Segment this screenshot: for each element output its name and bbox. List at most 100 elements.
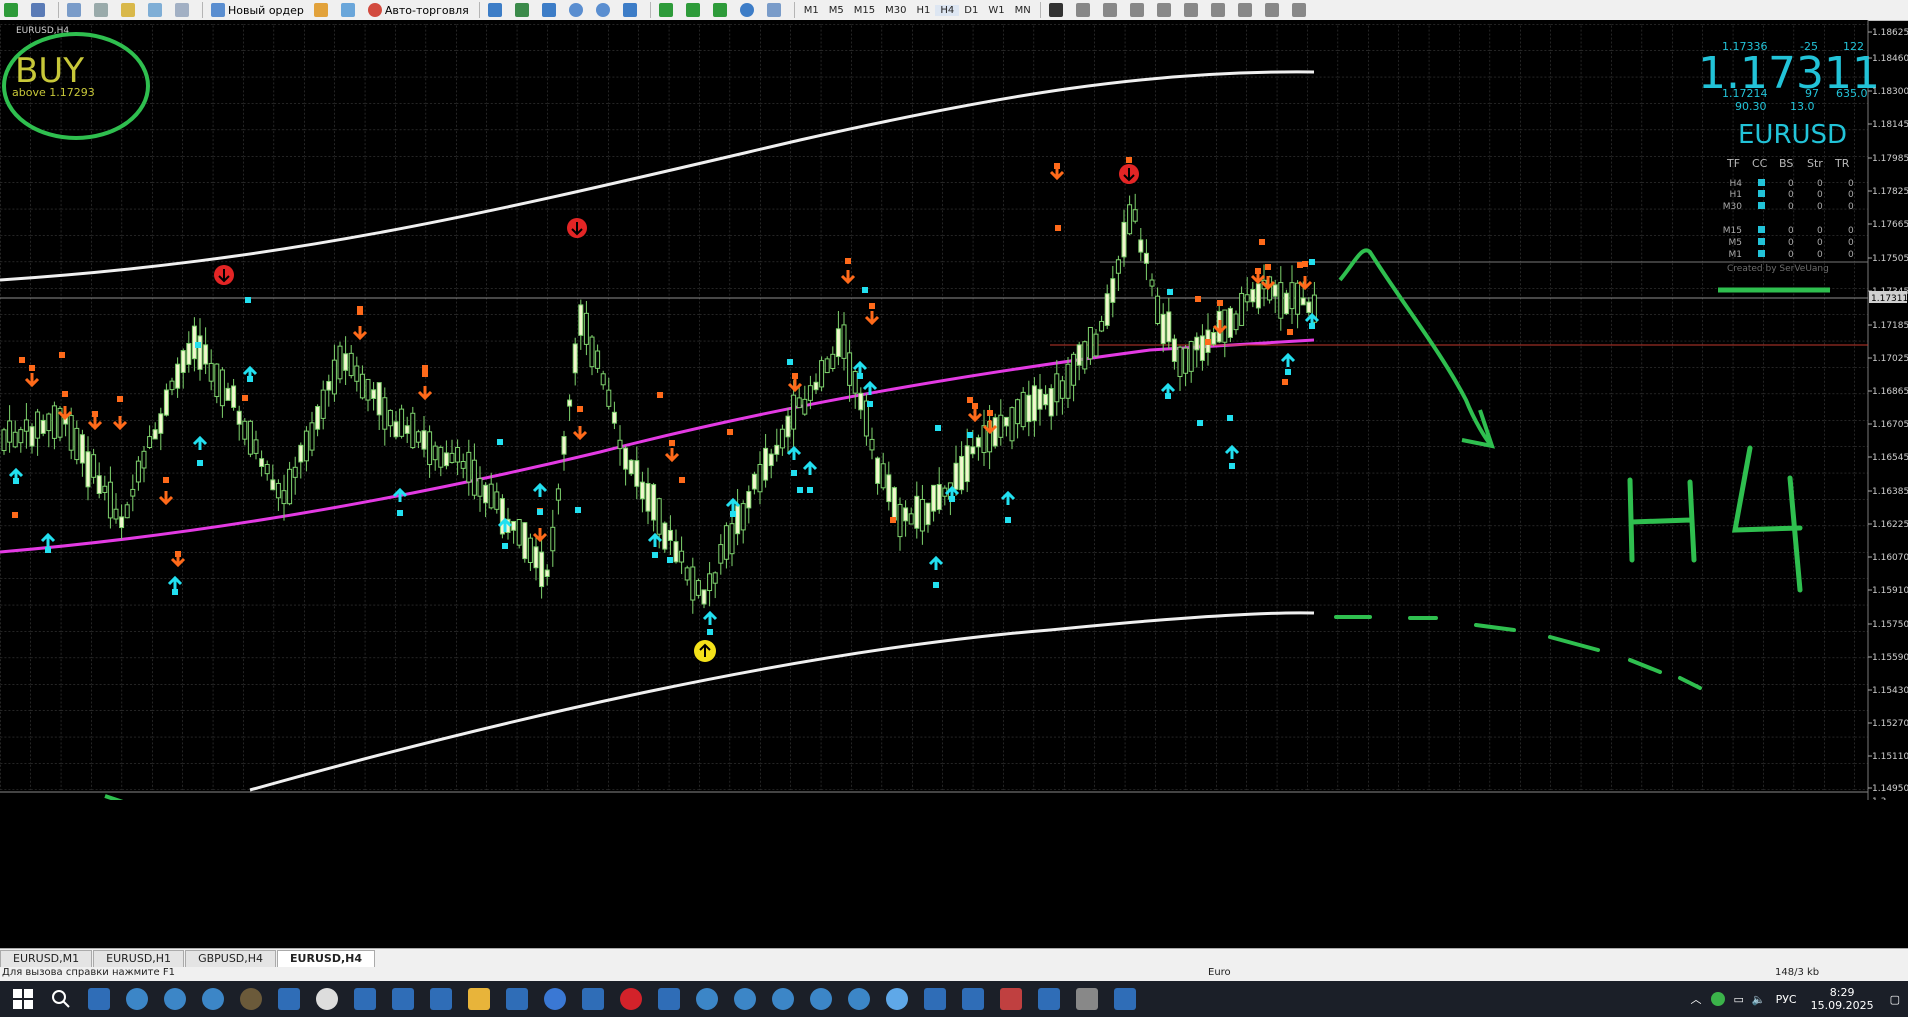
taskbar-app-mt4-12[interactable]	[1108, 981, 1142, 1017]
taskbar-app-mt4-9[interactable]	[918, 981, 952, 1017]
taskbar-app-7[interactable]	[728, 981, 762, 1017]
bar-chart-button[interactable]	[484, 1, 509, 19]
taskbar-app-mt4-5[interactable]	[424, 981, 458, 1017]
line-chart-button[interactable]	[538, 1, 563, 19]
taskbar-app-9[interactable]	[804, 981, 838, 1017]
tab-eurusd-m1[interactable]: EURUSD,M1	[0, 950, 93, 967]
taskbar-opera[interactable]	[614, 981, 648, 1017]
tf-mn[interactable]: MN	[1010, 5, 1036, 16]
autotrading-button[interactable]: Авто-торговля	[364, 1, 473, 19]
templates-button[interactable]	[763, 1, 788, 19]
channel-button[interactable]	[1180, 1, 1205, 19]
candle-body	[85, 451, 91, 488]
taskbar-app-mt4-1[interactable]	[82, 981, 116, 1017]
navigator-button[interactable]	[117, 1, 142, 19]
signals-button[interactable]	[337, 1, 362, 19]
tf-h1[interactable]: H1	[911, 5, 935, 16]
arrows-tool-button[interactable]	[1288, 1, 1313, 19]
tf-d1[interactable]: D1	[959, 5, 983, 16]
tab-eurusd-h4[interactable]: EURUSD,H4	[277, 950, 375, 967]
tab-eurusd-h1[interactable]: EURUSD,H1	[93, 950, 185, 967]
candles-button[interactable]	[511, 1, 536, 19]
taskbar-app-2[interactable]	[120, 981, 154, 1017]
profiles-button[interactable]	[27, 1, 52, 19]
taskbar-app-mt4-4[interactable]	[386, 981, 420, 1017]
language-indicator[interactable]: РУС	[1776, 993, 1797, 1006]
vertical-line-button[interactable]	[1099, 1, 1124, 19]
text-tool-button[interactable]	[1234, 1, 1259, 19]
candle-body	[348, 352, 354, 377]
taskbar-app-10[interactable]	[842, 981, 876, 1017]
tf-h4[interactable]: H4	[935, 4, 960, 16]
indicators-button[interactable]	[709, 1, 734, 19]
info-symbol: EURUSD	[1738, 120, 1847, 150]
crosshair-button[interactable]	[1072, 1, 1097, 19]
candle-body	[1, 429, 7, 452]
taskbar-app-mt4-3[interactable]	[348, 981, 382, 1017]
taskbar-app-mt4-11[interactable]	[1032, 981, 1066, 1017]
taskbar-app-mt4-2[interactable]	[272, 981, 306, 1017]
sell-dot	[669, 440, 675, 446]
notifications-icon[interactable]: ▢	[1890, 993, 1900, 1006]
new-chart-button[interactable]	[0, 1, 25, 19]
taskbar-app-6[interactable]	[690, 981, 724, 1017]
taskbar-settings[interactable]	[310, 981, 344, 1017]
candle-body	[527, 537, 533, 563]
volume-icon[interactable]: 🔈	[1752, 993, 1766, 1006]
start-button[interactable]	[6, 981, 40, 1017]
price-label: 1.16385	[1872, 487, 1908, 497]
matrix-value: 0	[1848, 202, 1854, 212]
app-icon	[848, 988, 870, 1010]
chevron-up-icon[interactable]: ︿	[1690, 991, 1701, 1007]
taskbar-app-3[interactable]	[158, 981, 192, 1017]
tf-m5[interactable]: M5	[824, 5, 849, 16]
market-watch-button[interactable]	[63, 1, 88, 19]
candle-body	[981, 425, 987, 454]
taskbar-app-mt4-10[interactable]	[956, 981, 990, 1017]
candle-body	[1087, 326, 1093, 360]
tile-button[interactable]	[619, 1, 644, 19]
network-icon[interactable]: ▭	[1733, 993, 1743, 1006]
price-chart[interactable]: EURUSD,H4 BUY above 1.17293 1.17336 -25 …	[0, 20, 1908, 800]
clock[interactable]: 8:29 15.09.2025	[1811, 986, 1874, 1012]
taskbar-app-mt4-8[interactable]	[652, 981, 686, 1017]
terminal-button[interactable]	[144, 1, 169, 19]
tf-m15[interactable]: M15	[849, 5, 880, 16]
tf-w1[interactable]: W1	[983, 5, 1009, 16]
candle-body	[79, 434, 85, 464]
zoom-out-button[interactable]	[592, 1, 617, 19]
taskbar-app-8[interactable]	[766, 981, 800, 1017]
horizontal-line-button[interactable]	[1126, 1, 1151, 19]
autoscroll-button[interactable]	[655, 1, 680, 19]
taskbar-qb[interactable]	[538, 981, 572, 1017]
tab-gbpusd-h4[interactable]: GBPUSD,H4	[185, 950, 277, 967]
tester-button[interactable]	[171, 1, 196, 19]
tf-m1[interactable]: M1	[799, 5, 824, 16]
taskbar-app-11[interactable]	[994, 981, 1028, 1017]
chart-shift-button[interactable]	[682, 1, 707, 19]
data-window-button[interactable]	[90, 1, 115, 19]
mt4-icon	[962, 988, 984, 1010]
fibo-button[interactable]	[1207, 1, 1232, 19]
taskbar-app-mt4-7[interactable]	[576, 981, 610, 1017]
taskbar-app-mt4-6[interactable]	[500, 981, 534, 1017]
taskbar-calculator[interactable]	[1070, 981, 1104, 1017]
matrix-value: 0	[1848, 250, 1854, 260]
tf-m30[interactable]: M30	[880, 5, 911, 16]
label-tool-button[interactable]	[1261, 1, 1286, 19]
taskbar-app-4[interactable]	[196, 981, 230, 1017]
buy-dot	[1309, 323, 1315, 329]
new-order-button[interactable]: Новый ордер	[207, 1, 308, 19]
taskbar-drop[interactable]	[880, 981, 914, 1017]
trendline-button[interactable]	[1153, 1, 1178, 19]
meta-editor-button[interactable]	[310, 1, 335, 19]
zoom-in-button[interactable]	[565, 1, 590, 19]
periods-button[interactable]	[736, 1, 761, 19]
tray-app-icon[interactable]	[1711, 992, 1726, 1006]
cursor-button[interactable]	[1045, 1, 1070, 19]
taskbar-app-5[interactable]	[234, 981, 268, 1017]
candle-body	[365, 378, 371, 401]
sell-dot	[242, 395, 248, 401]
taskbar-explorer[interactable]	[462, 981, 496, 1017]
search-button[interactable]	[44, 981, 78, 1017]
